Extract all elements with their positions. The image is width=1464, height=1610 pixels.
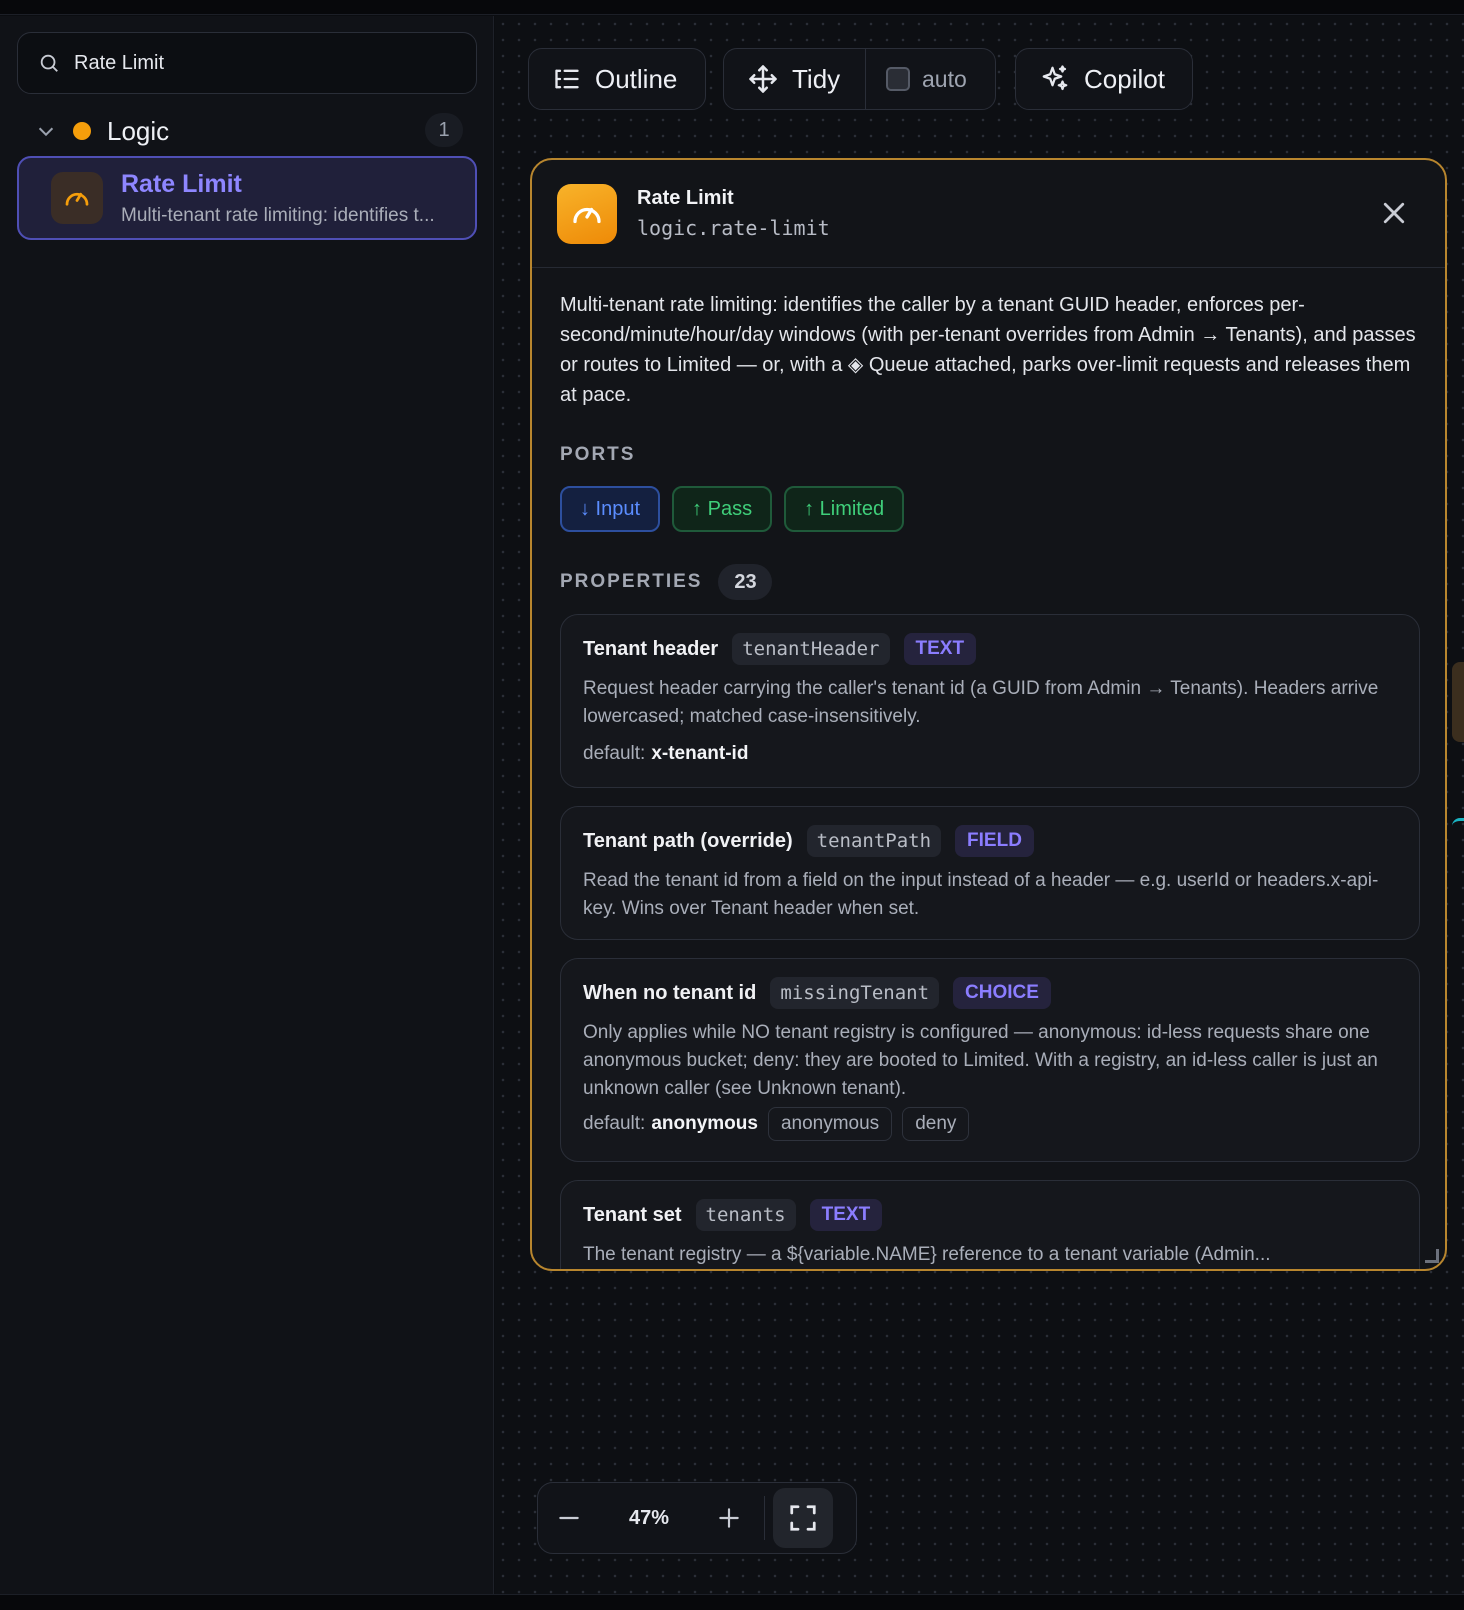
ports-heading: PORTS: [560, 444, 636, 465]
zoom-controls: 47%: [537, 1482, 857, 1554]
search-box[interactable]: [17, 32, 477, 94]
panel-header: Rate Limit logic.rate-limit: [532, 160, 1445, 268]
resize-handle[interactable]: [1425, 1249, 1439, 1263]
gauge-icon: [51, 172, 103, 224]
property-default: default: x-tenant-id: [583, 743, 749, 764]
node-detail-panel: Rate Limit logic.rate-limit Multi-tenant…: [530, 158, 1447, 1271]
top-bar: [0, 0, 1464, 15]
choice-option-anonymous[interactable]: anonymous: [767, 1107, 893, 1141]
property-type-badge: CHOICE: [953, 977, 1051, 1009]
property-type-badge: TEXT: [809, 1199, 883, 1231]
zoom-out-button[interactable]: [538, 1487, 600, 1549]
node-item-description: Multi-tenant rate limiting: identifies t…: [121, 204, 435, 226]
panel-title: Rate Limit: [637, 187, 734, 209]
group-logic[interactable]: Logic 1: [17, 108, 477, 154]
category-dot: [73, 122, 91, 140]
bottom-bar: [0, 1594, 1464, 1610]
property-tenant-set[interactable]: Tenant set tenants TEXT The tenant regis…: [560, 1180, 1420, 1269]
properties-heading: PROPERTIES 23: [560, 564, 1420, 600]
property-default: default: anonymous anonymous deny: [583, 1107, 970, 1141]
auto-checkbox[interactable]: [886, 67, 910, 91]
property-name: Tenant header: [583, 637, 719, 660]
gauge-icon: [557, 183, 617, 244]
property-description: Request header carrying the caller's ten…: [583, 678, 1379, 727]
group-count: 1: [425, 113, 463, 147]
zoom-in-button[interactable]: [698, 1487, 760, 1549]
tidy-group: Tidy auto: [723, 48, 996, 110]
outline-label: Outline: [595, 63, 678, 94]
ports-list: ↓ Input ↑ Pass ↑ Limited: [560, 486, 1420, 532]
property-name: When no tenant id: [583, 981, 757, 1004]
plus-icon: [719, 1508, 739, 1528]
zoom-level: 47%: [628, 1506, 670, 1529]
property-tenant-path[interactable]: Tenant path (override) tenantPath FIELD …: [560, 806, 1420, 940]
sparkles-icon: [1042, 65, 1068, 91]
copilot-button[interactable]: Copilot: [1015, 48, 1193, 110]
tidy-label: Tidy: [792, 63, 841, 94]
auto-toggle[interactable]: auto: [866, 66, 967, 93]
fit-view-button[interactable]: [773, 1488, 833, 1548]
move-icon: [749, 65, 777, 93]
property-description: Only applies while NO tenant registry is…: [583, 1022, 1378, 1099]
node-description: Multi-tenant rate limiting: identifies t…: [560, 294, 1416, 406]
property-type-badge: TEXT: [903, 633, 977, 665]
close-icon[interactable]: [1379, 198, 1409, 228]
properties-count: 23: [718, 564, 773, 600]
property-key: tenants: [695, 1199, 796, 1231]
property-type-badge: FIELD: [955, 825, 1034, 857]
port-input[interactable]: ↓ Input: [560, 486, 661, 532]
panel-type-id: logic.rate-limit: [637, 216, 830, 240]
fullscreen-icon: [790, 1505, 816, 1531]
property-key: missingTenant: [770, 977, 940, 1009]
panel-body: Multi-tenant rate limiting: identifies t…: [560, 290, 1420, 1269]
property-missing-tenant[interactable]: When no tenant id missingTenant CHOICE O…: [560, 958, 1420, 1162]
property-name: Tenant set: [583, 1203, 682, 1226]
port-pass[interactable]: ↑ Pass: [672, 486, 773, 532]
outline-button[interactable]: Outline: [528, 48, 706, 110]
chevron-down-icon[interactable]: [35, 120, 57, 142]
choice-option-deny[interactable]: deny: [902, 1107, 970, 1141]
node-item-rate-limit[interactable]: Rate Limit Multi-tenant rate limiting: i…: [17, 156, 477, 240]
copilot-label: Copilot: [1084, 63, 1165, 94]
property-tenant-header[interactable]: Tenant header tenantHeader TEXT Request …: [560, 614, 1420, 788]
property-name: Tenant path (override): [583, 829, 793, 852]
tidy-button[interactable]: Tidy: [724, 49, 866, 109]
offscreen-connection-edge: [1452, 818, 1464, 828]
search-icon: [40, 54, 58, 72]
port-limited[interactable]: ↑ Limited: [784, 486, 905, 532]
search-input[interactable]: [74, 51, 434, 75]
outline-icon: [555, 69, 579, 89]
offscreen-node-edge: [1452, 662, 1464, 742]
property-description: Read the tenant id from a field on the i…: [583, 870, 1379, 919]
property-description: The tenant registry — a ${variable.NAME}…: [583, 1244, 1271, 1265]
property-key: tenantHeader: [732, 633, 890, 665]
group-name: Logic: [107, 115, 170, 146]
properties-list: Tenant header tenantHeader TEXT Request …: [560, 614, 1420, 1269]
sidebar: Logic 1 Rate Limit Multi-tenant rate lim…: [0, 16, 494, 1594]
auto-label: auto: [922, 65, 967, 92]
minus-icon: [559, 1516, 579, 1520]
property-key: tenantPath: [806, 825, 942, 857]
zoom-separator: [764, 1496, 765, 1540]
node-item-title: Rate Limit: [121, 169, 242, 198]
